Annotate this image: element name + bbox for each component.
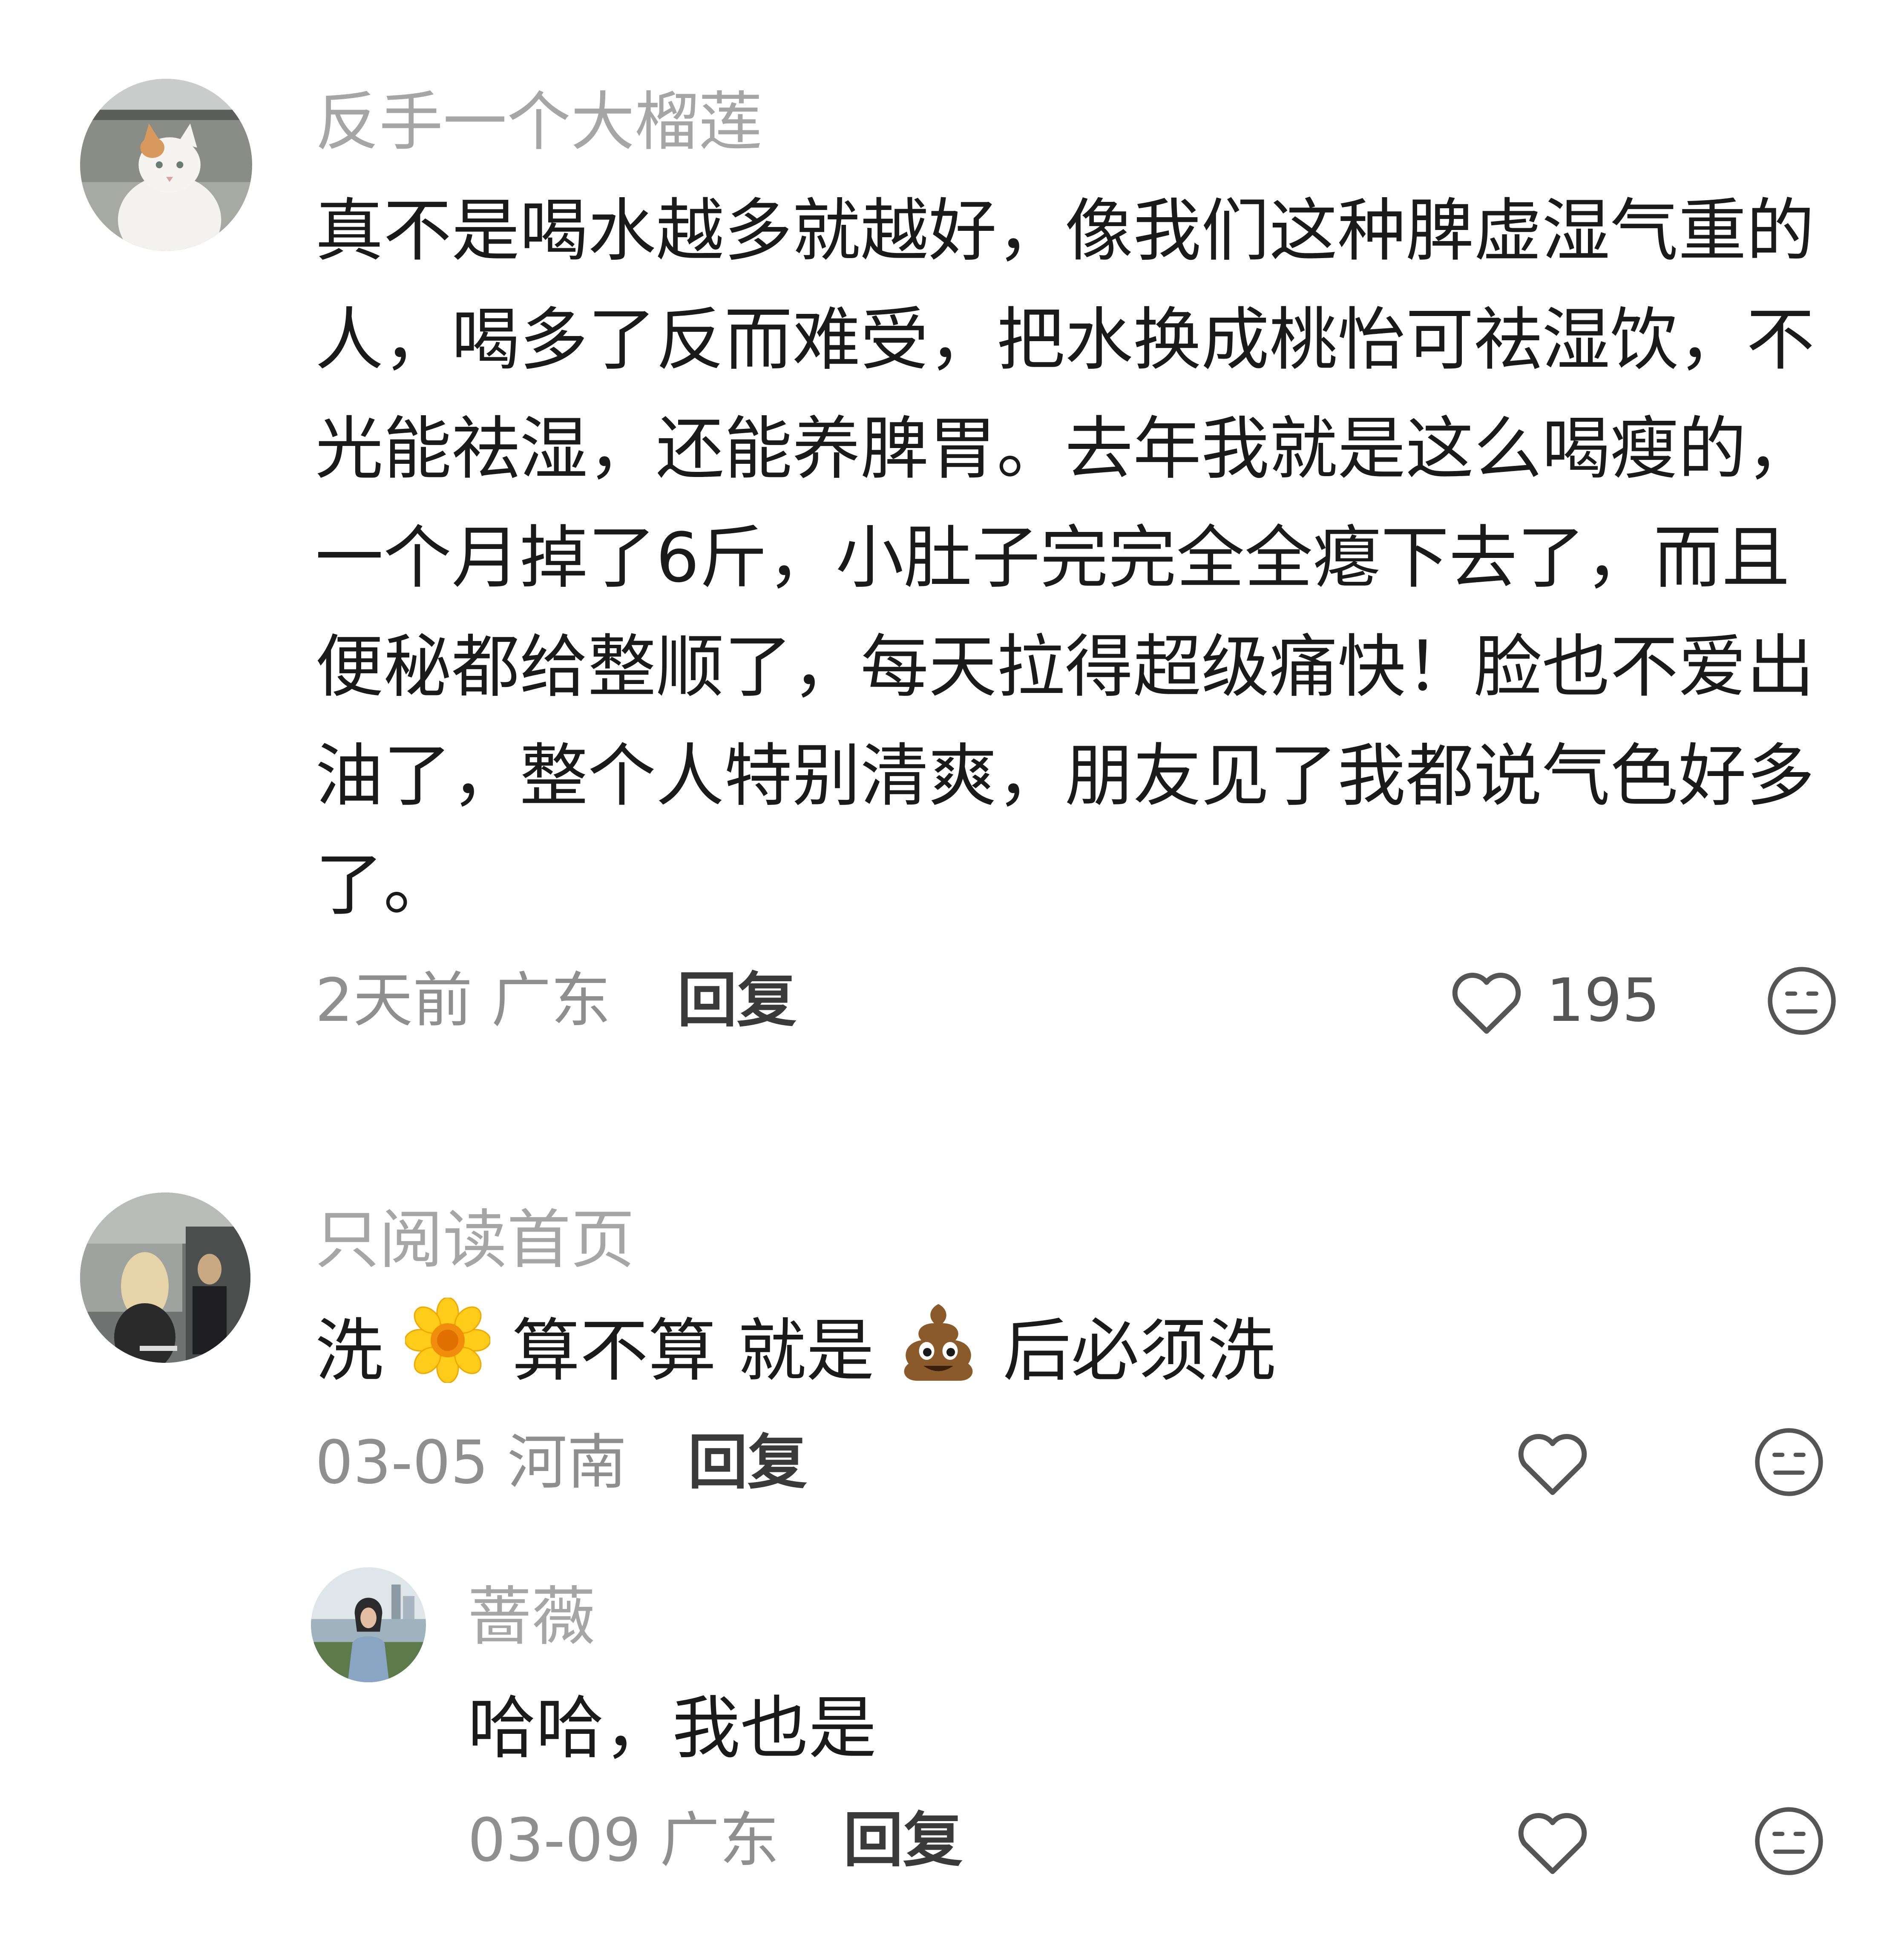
user-avatar[interactable]	[80, 1192, 250, 1363]
user-avatar[interactable]	[311, 1567, 426, 1682]
heart-icon	[1518, 1434, 1587, 1495]
reply-button[interactable]: 回复	[688, 1433, 807, 1493]
comment-text-part: 算不算 就是	[512, 1311, 874, 1391]
neutral-face-icon	[1755, 1807, 1823, 1875]
comment-line: 光能祛湿，还能养脾胃。去年我就是这么喝瘦的，	[315, 409, 1815, 488]
date-location: 2天前 广东	[315, 966, 611, 1035]
username[interactable]: 反手一个大榴莲	[315, 90, 762, 154]
woman-photo-avatar	[311, 1567, 426, 1682]
comment-line: 真不是喝水越多就越好，像我们这种脾虚湿气重的	[315, 191, 1815, 270]
cat-avatar	[80, 79, 252, 251]
heart-icon	[1452, 973, 1521, 1034]
date-location: 03-09 广东	[468, 1806, 779, 1875]
comment-line: 哈哈，我也是	[468, 1688, 877, 1768]
comment-line: 油了，整个人特别清爽，朋友见了我都说气色好多	[315, 736, 1815, 816]
heart-icon	[1518, 1813, 1587, 1874]
comment-text: 哈哈，我也是	[468, 1674, 877, 1783]
comment-text: 洗 算不算 就是 后必须洗	[315, 1296, 1275, 1405]
neutral-face-icon	[1755, 1428, 1823, 1496]
comment-line: 人，喝多了反而难受，把水换成桃怡可祛湿饮，不	[315, 300, 1815, 379]
dislike-button[interactable]	[1766, 965, 1838, 1037]
like-button[interactable]	[1514, 1426, 1591, 1498]
like-button[interactable]	[1514, 1805, 1591, 1877]
sunflower-emoji	[405, 1298, 490, 1383]
comment-line: 洗 算不算 就是 后必须洗	[315, 1296, 1275, 1405]
poop-emoji	[896, 1298, 981, 1383]
user-avatar[interactable]	[80, 79, 252, 251]
comment-line: 一个月掉了6斤，小肚子完完全全瘪下去了，而且	[315, 518, 1790, 598]
like-button[interactable]: 195	[1448, 965, 1660, 1037]
like-count: 195	[1546, 966, 1660, 1035]
comment-line: 了。	[315, 845, 452, 925]
neutral-face-icon	[1768, 967, 1836, 1035]
reply-button[interactable]: 回复	[843, 1811, 963, 1871]
dislike-button[interactable]	[1753, 1805, 1825, 1877]
reply-button[interactable]: 回复	[677, 971, 797, 1031]
comment-text-part: 洗	[315, 1311, 384, 1391]
movie-scene-avatar	[80, 1192, 250, 1363]
comment-text: 真不是喝水越多就越好，像我们这种脾虚湿气重的 人，喝多了反而难受，把水换成桃怡可…	[315, 176, 1815, 940]
dislike-button[interactable]	[1753, 1426, 1825, 1498]
date-location: 03-05 河南	[315, 1428, 627, 1497]
comment-text-part: 后必须洗	[1003, 1311, 1276, 1391]
username[interactable]: 只阅读首页	[315, 1208, 635, 1272]
username[interactable]: 蔷薇	[468, 1585, 595, 1649]
comment-line: 便秘都给整顺了，每天拉得超级痛快！脸也不爱出	[315, 627, 1815, 707]
